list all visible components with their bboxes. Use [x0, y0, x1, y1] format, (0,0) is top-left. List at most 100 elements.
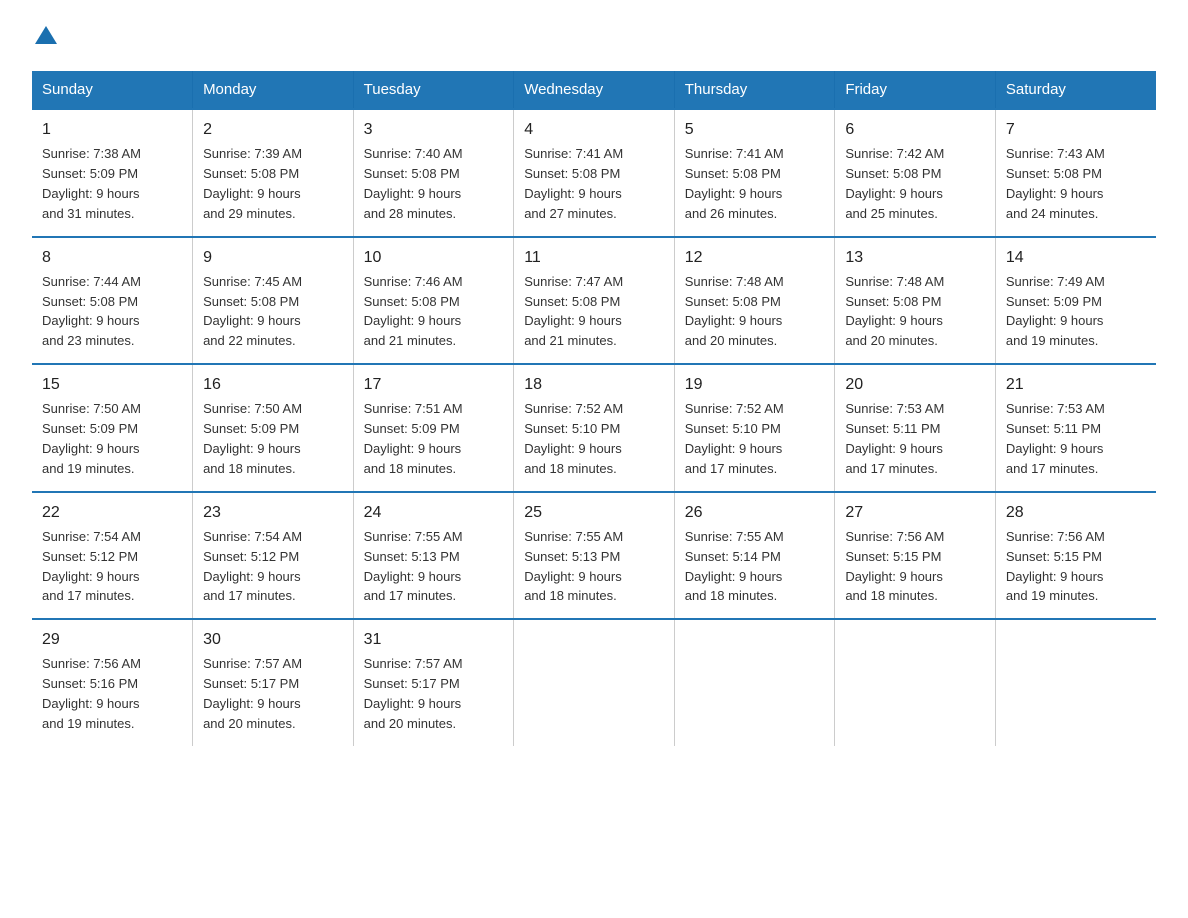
day-number: 4: [524, 118, 664, 141]
calendar-week-row: 8 Sunrise: 7:44 AMSunset: 5:08 PMDayligh…: [32, 237, 1156, 365]
calendar-cell: 2 Sunrise: 7:39 AMSunset: 5:08 PMDayligh…: [193, 109, 354, 237]
day-info: Sunrise: 7:42 AMSunset: 5:08 PMDaylight:…: [845, 146, 944, 221]
calendar-header-monday: Monday: [193, 71, 354, 109]
day-info: Sunrise: 7:50 AMSunset: 5:09 PMDaylight:…: [203, 401, 302, 476]
day-info: Sunrise: 7:53 AMSunset: 5:11 PMDaylight:…: [845, 401, 944, 476]
day-info: Sunrise: 7:39 AMSunset: 5:08 PMDaylight:…: [203, 146, 302, 221]
day-number: 9: [203, 246, 343, 269]
day-number: 6: [845, 118, 985, 141]
calendar-cell: 24 Sunrise: 7:55 AMSunset: 5:13 PMDaylig…: [353, 492, 514, 620]
calendar-week-row: 29 Sunrise: 7:56 AMSunset: 5:16 PMDaylig…: [32, 619, 1156, 746]
day-info: Sunrise: 7:48 AMSunset: 5:08 PMDaylight:…: [845, 274, 944, 349]
calendar-cell: 6 Sunrise: 7:42 AMSunset: 5:08 PMDayligh…: [835, 109, 996, 237]
day-number: 3: [364, 118, 504, 141]
calendar-cell: 31 Sunrise: 7:57 AMSunset: 5:17 PMDaylig…: [353, 619, 514, 746]
calendar-cell: 23 Sunrise: 7:54 AMSunset: 5:12 PMDaylig…: [193, 492, 354, 620]
day-info: Sunrise: 7:40 AMSunset: 5:08 PMDaylight:…: [364, 146, 463, 221]
calendar-cell: 29 Sunrise: 7:56 AMSunset: 5:16 PMDaylig…: [32, 619, 193, 746]
day-number: 28: [1006, 501, 1146, 524]
logo: [32, 24, 57, 51]
calendar-cell: 21 Sunrise: 7:53 AMSunset: 5:11 PMDaylig…: [995, 364, 1156, 492]
day-number: 19: [685, 373, 825, 396]
calendar-cell: 11 Sunrise: 7:47 AMSunset: 5:08 PMDaylig…: [514, 237, 675, 365]
day-number: 30: [203, 628, 343, 651]
day-info: Sunrise: 7:47 AMSunset: 5:08 PMDaylight:…: [524, 274, 623, 349]
day-info: Sunrise: 7:57 AMSunset: 5:17 PMDaylight:…: [203, 656, 302, 731]
day-number: 26: [685, 501, 825, 524]
day-number: 22: [42, 501, 182, 524]
calendar-cell: 5 Sunrise: 7:41 AMSunset: 5:08 PMDayligh…: [674, 109, 835, 237]
page-header: [32, 24, 1156, 51]
day-info: Sunrise: 7:52 AMSunset: 5:10 PMDaylight:…: [524, 401, 623, 476]
day-info: Sunrise: 7:44 AMSunset: 5:08 PMDaylight:…: [42, 274, 141, 349]
day-number: 15: [42, 373, 182, 396]
day-number: 29: [42, 628, 182, 651]
calendar-header-row: SundayMondayTuesdayWednesdayThursdayFrid…: [32, 71, 1156, 109]
day-number: 24: [364, 501, 504, 524]
calendar-cell: 7 Sunrise: 7:43 AMSunset: 5:08 PMDayligh…: [995, 109, 1156, 237]
day-info: Sunrise: 7:51 AMSunset: 5:09 PMDaylight:…: [364, 401, 463, 476]
calendar-header-wednesday: Wednesday: [514, 71, 675, 109]
day-number: 21: [1006, 373, 1146, 396]
calendar-cell: 12 Sunrise: 7:48 AMSunset: 5:08 PMDaylig…: [674, 237, 835, 365]
calendar-cell: 30 Sunrise: 7:57 AMSunset: 5:17 PMDaylig…: [193, 619, 354, 746]
day-number: 13: [845, 246, 985, 269]
day-number: 20: [845, 373, 985, 396]
calendar-cell: [995, 619, 1156, 746]
day-number: 10: [364, 246, 504, 269]
calendar-cell: 13 Sunrise: 7:48 AMSunset: 5:08 PMDaylig…: [835, 237, 996, 365]
calendar-cell: 3 Sunrise: 7:40 AMSunset: 5:08 PMDayligh…: [353, 109, 514, 237]
day-info: Sunrise: 7:52 AMSunset: 5:10 PMDaylight:…: [685, 401, 784, 476]
day-info: Sunrise: 7:38 AMSunset: 5:09 PMDaylight:…: [42, 146, 141, 221]
calendar-week-row: 22 Sunrise: 7:54 AMSunset: 5:12 PMDaylig…: [32, 492, 1156, 620]
day-number: 14: [1006, 246, 1146, 269]
day-number: 11: [524, 246, 664, 269]
calendar-cell: 22 Sunrise: 7:54 AMSunset: 5:12 PMDaylig…: [32, 492, 193, 620]
calendar-header-sunday: Sunday: [32, 71, 193, 109]
calendar-cell: 19 Sunrise: 7:52 AMSunset: 5:10 PMDaylig…: [674, 364, 835, 492]
calendar-cell: 14 Sunrise: 7:49 AMSunset: 5:09 PMDaylig…: [995, 237, 1156, 365]
calendar-cell: 18 Sunrise: 7:52 AMSunset: 5:10 PMDaylig…: [514, 364, 675, 492]
calendar-cell: 1 Sunrise: 7:38 AMSunset: 5:09 PMDayligh…: [32, 109, 193, 237]
calendar-week-row: 15 Sunrise: 7:50 AMSunset: 5:09 PMDaylig…: [32, 364, 1156, 492]
day-info: Sunrise: 7:41 AMSunset: 5:08 PMDaylight:…: [685, 146, 784, 221]
calendar-header-tuesday: Tuesday: [353, 71, 514, 109]
calendar-cell: [674, 619, 835, 746]
day-info: Sunrise: 7:54 AMSunset: 5:12 PMDaylight:…: [42, 529, 141, 604]
day-number: 5: [685, 118, 825, 141]
day-info: Sunrise: 7:56 AMSunset: 5:15 PMDaylight:…: [1006, 529, 1105, 604]
day-number: 16: [203, 373, 343, 396]
calendar-cell: 10 Sunrise: 7:46 AMSunset: 5:08 PMDaylig…: [353, 237, 514, 365]
day-number: 31: [364, 628, 504, 651]
calendar-header-saturday: Saturday: [995, 71, 1156, 109]
day-info: Sunrise: 7:57 AMSunset: 5:17 PMDaylight:…: [364, 656, 463, 731]
day-number: 8: [42, 246, 182, 269]
calendar-cell: 28 Sunrise: 7:56 AMSunset: 5:15 PMDaylig…: [995, 492, 1156, 620]
day-number: 27: [845, 501, 985, 524]
day-info: Sunrise: 7:41 AMSunset: 5:08 PMDaylight:…: [524, 146, 623, 221]
day-number: 23: [203, 501, 343, 524]
day-number: 2: [203, 118, 343, 141]
calendar-cell: 16 Sunrise: 7:50 AMSunset: 5:09 PMDaylig…: [193, 364, 354, 492]
day-info: Sunrise: 7:55 AMSunset: 5:13 PMDaylight:…: [364, 529, 463, 604]
calendar-cell: 4 Sunrise: 7:41 AMSunset: 5:08 PMDayligh…: [514, 109, 675, 237]
logo-triangle-icon: [35, 24, 57, 46]
day-info: Sunrise: 7:56 AMSunset: 5:15 PMDaylight:…: [845, 529, 944, 604]
calendar-cell: 25 Sunrise: 7:55 AMSunset: 5:13 PMDaylig…: [514, 492, 675, 620]
day-info: Sunrise: 7:49 AMSunset: 5:09 PMDaylight:…: [1006, 274, 1105, 349]
day-info: Sunrise: 7:53 AMSunset: 5:11 PMDaylight:…: [1006, 401, 1105, 476]
calendar-cell: 20 Sunrise: 7:53 AMSunset: 5:11 PMDaylig…: [835, 364, 996, 492]
day-info: Sunrise: 7:55 AMSunset: 5:14 PMDaylight:…: [685, 529, 784, 604]
day-number: 7: [1006, 118, 1146, 141]
day-info: Sunrise: 7:45 AMSunset: 5:08 PMDaylight:…: [203, 274, 302, 349]
day-info: Sunrise: 7:43 AMSunset: 5:08 PMDaylight:…: [1006, 146, 1105, 221]
day-info: Sunrise: 7:55 AMSunset: 5:13 PMDaylight:…: [524, 529, 623, 604]
calendar-cell: 27 Sunrise: 7:56 AMSunset: 5:15 PMDaylig…: [835, 492, 996, 620]
calendar-week-row: 1 Sunrise: 7:38 AMSunset: 5:09 PMDayligh…: [32, 109, 1156, 237]
day-info: Sunrise: 7:54 AMSunset: 5:12 PMDaylight:…: [203, 529, 302, 604]
calendar-table: SundayMondayTuesdayWednesdayThursdayFrid…: [32, 71, 1156, 746]
calendar-cell: 17 Sunrise: 7:51 AMSunset: 5:09 PMDaylig…: [353, 364, 514, 492]
day-number: 17: [364, 373, 504, 396]
calendar-cell: 8 Sunrise: 7:44 AMSunset: 5:08 PMDayligh…: [32, 237, 193, 365]
calendar-cell: 15 Sunrise: 7:50 AMSunset: 5:09 PMDaylig…: [32, 364, 193, 492]
